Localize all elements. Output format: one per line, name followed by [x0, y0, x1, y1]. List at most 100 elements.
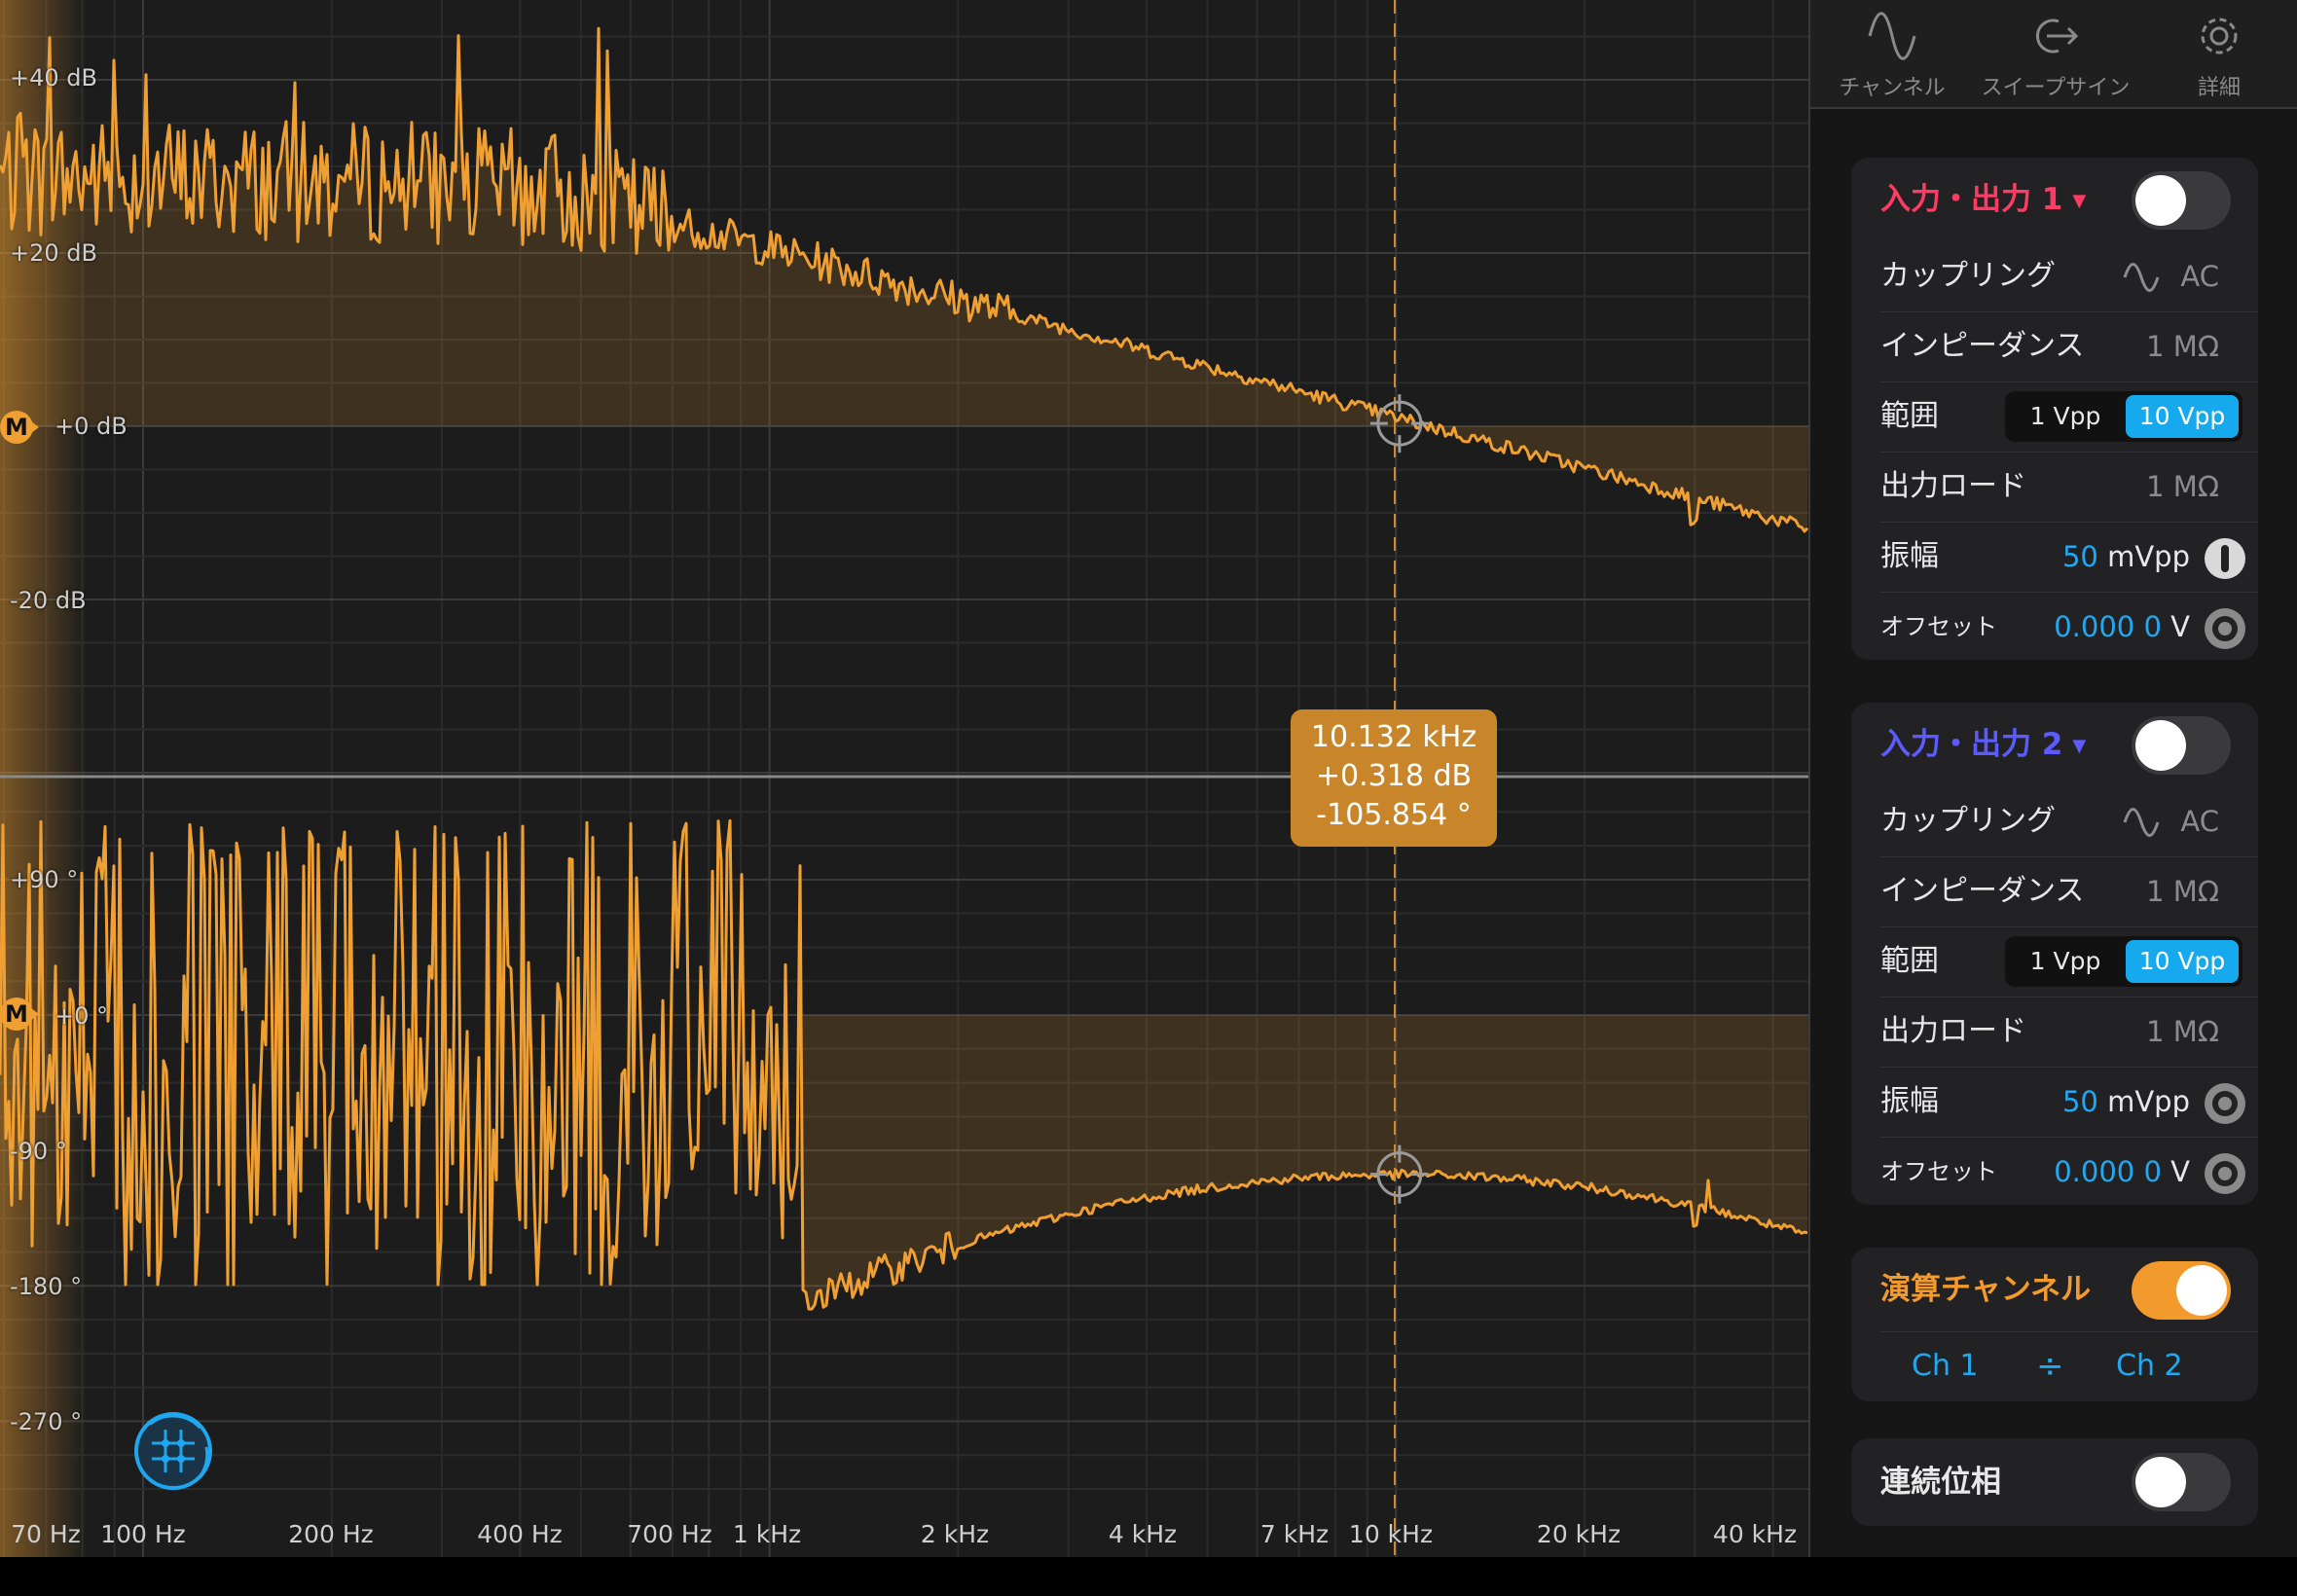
ac-coupling-icon — [2123, 263, 2160, 292]
gear-icon — [2201, 18, 2238, 54]
math-operand-b[interactable]: Ch 2 — [2116, 1337, 2183, 1396]
math-operand-a[interactable]: Ch 1 — [1912, 1337, 1979, 1396]
phase-reference-marker[interactable]: M — [0, 996, 45, 1033]
frequency-axis-label: 2 kHz — [920, 1520, 990, 1548]
magnitude-reference-marker[interactable]: M — [0, 409, 45, 446]
ac-coupling-icon — [2123, 808, 2160, 837]
frequency-axis-label: 40 kHz — [1712, 1520, 1798, 1548]
coupling-value: AC — [2180, 260, 2219, 293]
amplitude-knob-active-icon[interactable] — [2204, 537, 2246, 580]
output-load-label: 出力ロード — [1880, 1014, 2026, 1048]
cursor-frequency: 10.132 kHz — [1310, 720, 1477, 754]
frequency-axis-label: 1 kHz — [732, 1520, 802, 1548]
channel-title-text: 入力・出力 1 — [1880, 182, 2063, 217]
frequency-axis-label: 4 kHz — [1108, 1520, 1178, 1548]
range-segmented-control[interactable]: 1 Vpp 10 Vpp — [2005, 936, 2242, 987]
channel-2-toggle[interactable] — [2132, 716, 2231, 775]
magnitude-fill — [0, 28, 1808, 532]
magnitude-axis-label: +40 dB — [10, 64, 97, 91]
caret-down-icon: ▼ — [2072, 190, 2087, 211]
coupling-row[interactable]: カップリング AC — [1880, 786, 2258, 857]
cursor-readout[interactable]: 10.132 kHz +0.318 dB -105.854 ° — [1291, 709, 1497, 847]
offset-row: オフセット 0.000 0 V — [1880, 1137, 2258, 1207]
tab-channels[interactable]: チャンネル — [1810, 0, 1974, 107]
impedance-row[interactable]: インピーダンス 1 MΩ — [1880, 311, 2258, 382]
frequency-axis-label: 100 Hz — [100, 1520, 186, 1548]
frequency-axis-label: 400 Hz — [477, 1520, 563, 1548]
offset-unit: V — [2170, 610, 2190, 643]
channel-1-card: 入力・出力 1 ▼ カップリング AC インピーダンス 1 MΩ 範囲 1 Vpp… — [1851, 158, 2258, 660]
offset-value[interactable]: 0.000 0 — [2054, 1155, 2162, 1188]
impedance-label: インピーダンス — [1880, 329, 2085, 363]
cursor-phase: -105.854 ° — [1316, 798, 1472, 832]
tab-details[interactable]: 詳細 — [2137, 0, 2297, 107]
impedance-row[interactable]: インピーダンス 1 MΩ — [1880, 856, 2258, 927]
offset-label: オフセット — [1880, 613, 1997, 640]
amplitude-row: 振幅 50 mVpp — [1880, 522, 2258, 593]
frequency-axis-label: 7 kHz — [1259, 1520, 1330, 1548]
panel-tabs: チャンネル スイープサイン 詳細 — [1810, 0, 2297, 109]
continuous-phase-card: 連続位相 — [1851, 1438, 2258, 1526]
tab-sweep-sine[interactable]: スイープサイン — [1974, 0, 2137, 107]
amplitude-label: 振幅 — [1880, 1084, 1939, 1118]
continuous-phase-label: 連続位相 — [1880, 1465, 2001, 1500]
offset-knob-icon[interactable] — [2204, 1152, 2246, 1195]
amplitude-value[interactable]: 50 — [2062, 1085, 2098, 1118]
channel-1-toggle[interactable] — [2132, 171, 2231, 230]
amplitude-knob-icon[interactable] — [2204, 1082, 2246, 1125]
math-operator[interactable]: ÷ — [2036, 1337, 2064, 1396]
phase-axis-label: +0 ° — [55, 1002, 109, 1030]
phase-axis-label: -90 ° — [10, 1138, 67, 1165]
offset-row: オフセット 0.000 0 V — [1880, 592, 2258, 662]
phase-fill — [803, 1015, 1808, 1310]
offset-label: オフセット — [1880, 1158, 1997, 1185]
range-segmented-control[interactable]: 1 Vpp 10 Vpp — [2005, 391, 2242, 442]
phase-axis-label: -270 ° — [10, 1408, 83, 1435]
channel-2-card: 入力・出力 2 ▼ カップリング AC インピーダンス 1 MΩ 範囲 1 Vpp… — [1851, 703, 2258, 1205]
autoscale-grid-button[interactable] — [130, 1408, 216, 1494]
channel-2-title[interactable]: 入力・出力 2 ▼ — [1880, 703, 2086, 788]
coupling-label: カップリング — [1880, 804, 2056, 838]
coupling-row[interactable]: カップリング AC — [1880, 241, 2258, 312]
channel-1-title[interactable]: 入力・出力 1 ▼ — [1880, 158, 2086, 243]
phase-axis-label: +90 ° — [10, 866, 79, 893]
math-channel-card: 演算チャンネル Ch 1 ÷ Ch 2 — [1851, 1248, 2258, 1401]
impedance-label: インピーダンス — [1880, 874, 2085, 908]
continuous-phase-toggle[interactable] — [2132, 1453, 2231, 1511]
range-label: 範囲 — [1880, 944, 1939, 978]
frequency-axis-label: 200 Hz — [288, 1520, 374, 1548]
amplitude-unit: mVpp — [2107, 540, 2190, 573]
offset-value[interactable]: 0.000 0 — [2054, 610, 2162, 643]
plot-canvas[interactable] — [0, 0, 1808, 1557]
phase-axis-label: -180 ° — [10, 1273, 83, 1300]
sine-wave-icon — [1868, 12, 1916, 60]
math-channel-toggle[interactable] — [2132, 1261, 2231, 1320]
tab-label: スイープサイン — [1981, 76, 2131, 100]
range-option-1vpp[interactable]: 1 Vpp — [2009, 940, 2122, 983]
magnitude-axis-label: -20 dB — [10, 587, 87, 614]
offset-knob-icon[interactable] — [2204, 607, 2246, 650]
coupling-value: AC — [2180, 805, 2219, 838]
range-label: 範囲 — [1880, 399, 1939, 433]
output-load-row[interactable]: 出力ロード 1 MΩ — [1880, 452, 2258, 523]
impedance-value: 1 MΩ — [2146, 875, 2219, 908]
grid-zoom-icon — [134, 1412, 212, 1490]
amplitude-value[interactable]: 50 — [2062, 540, 2098, 573]
tab-label: チャンネル — [1839, 76, 1946, 100]
range-option-10vpp[interactable]: 10 Vpp — [2126, 395, 2239, 438]
range-option-10vpp[interactable]: 10 Vpp — [2126, 940, 2239, 983]
range-row: 範囲 1 Vpp 10 Vpp — [1880, 926, 2258, 998]
settings-panel: チャンネル スイープサイン 詳細 入力・出力 1 ▼ カップリング AC インピ… — [1808, 0, 2297, 1557]
impedance-value: 1 MΩ — [2146, 330, 2219, 363]
magnitude-axis-label: +20 dB — [10, 239, 97, 267]
frequency-axis-label: 70 Hz — [11, 1520, 81, 1548]
sweep-export-icon — [2036, 18, 2079, 54]
output-load-row[interactable]: 出力ロード 1 MΩ — [1880, 997, 2258, 1068]
tab-label: 詳細 — [2197, 76, 2241, 100]
magnitude-axis-label: +0 dB — [55, 413, 128, 440]
caret-down-icon: ▼ — [2072, 735, 2087, 756]
range-row: 範囲 1 Vpp 10 Vpp — [1880, 381, 2258, 453]
amplitude-label: 振幅 — [1880, 539, 1939, 573]
range-option-1vpp[interactable]: 1 Vpp — [2009, 395, 2122, 438]
bode-plot[interactable]: +40 dB +20 dB +0 dB -20 dB +90 ° +0 ° -9… — [0, 0, 1808, 1557]
